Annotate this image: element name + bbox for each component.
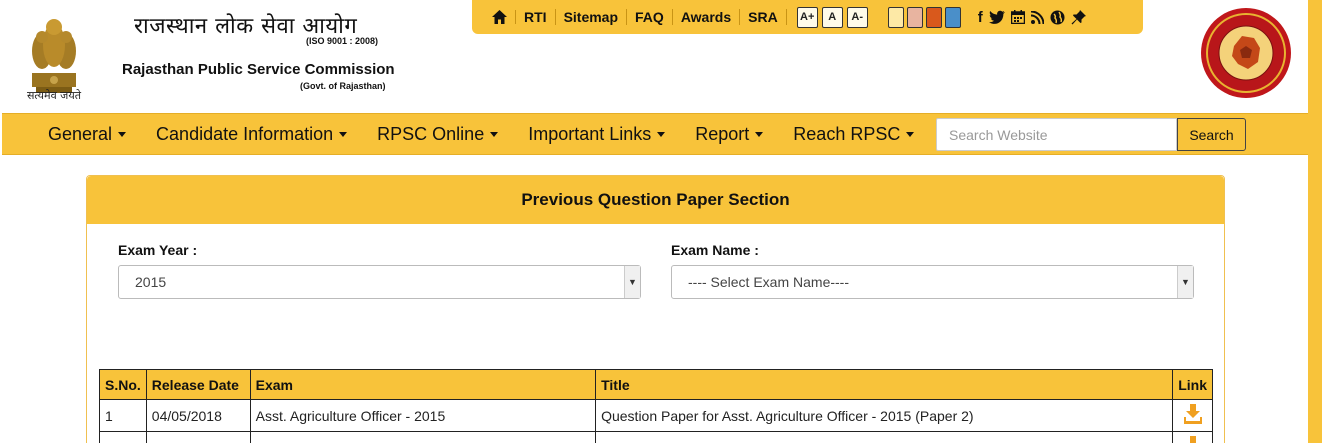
home-link[interactable] (484, 10, 516, 24)
govt-subtitle: (Govt. of Rajasthan) (300, 81, 386, 91)
panel-title: Previous Question Paper Section (87, 176, 1224, 224)
cell-title: Question Paper for Asst. Agriculture Off… (595, 399, 1174, 432)
col-sno: S.No. (99, 369, 147, 400)
rss-icon[interactable] (1030, 10, 1044, 24)
calendar-icon[interactable] (1010, 10, 1025, 24)
exam-name-label: Exam Name : (671, 242, 759, 258)
cell-release-date: 04/05/2018 (145, 399, 251, 432)
col-exam: Exam (249, 369, 597, 400)
faq-link[interactable]: FAQ (627, 9, 673, 25)
globe-icon[interactable] (1050, 10, 1065, 25)
question-paper-panel: Previous Question Paper Section Exam Yea… (86, 175, 1225, 443)
theme-swatch-orange[interactable] (925, 6, 942, 28)
col-title: Title (595, 369, 1174, 400)
nav-label: RPSC Online (377, 123, 485, 144)
nav-label: Report (695, 123, 750, 144)
font-size-controls: A+ A A- (796, 6, 872, 28)
utility-bar: RTI Sitemap FAQ Awards SRA A+ A A- f (472, 0, 1143, 34)
exam-name-select[interactable]: ---- Select Exam Name---- ▼ (671, 265, 1194, 299)
theme-swatch-light-yellow[interactable] (887, 6, 904, 28)
nav-label: Reach RPSC (793, 123, 901, 144)
nav-general[interactable]: General (2, 124, 141, 145)
chevron-down-icon: ▼ (1177, 266, 1193, 298)
exam-year-label: Exam Year : (118, 242, 198, 258)
facebook-icon[interactable]: f (978, 9, 983, 26)
rti-link[interactable]: RTI (516, 9, 556, 25)
caret-down-icon (339, 131, 348, 137)
cell-exam: Asst. Agriculture Officer - 2015 (249, 399, 597, 432)
nav-report[interactable]: Report (680, 124, 778, 145)
main-nav: General Candidate Information RPSC Onlin… (2, 113, 1308, 155)
exam-year-value: 2015 (135, 274, 167, 290)
cell-release-date (145, 431, 251, 443)
col-link: Link (1172, 369, 1213, 400)
home-icon (492, 10, 507, 24)
caret-down-icon (755, 131, 764, 137)
awards-link[interactable]: Awards (673, 9, 741, 25)
search-button[interactable]: Search (1177, 118, 1246, 151)
font-normal-button[interactable]: A (821, 6, 843, 28)
cell-title (595, 431, 1174, 443)
cell-exam (249, 431, 597, 443)
cell-link (1172, 399, 1213, 432)
cell-sno: 1 (99, 399, 147, 432)
caret-down-icon (906, 131, 915, 137)
site-title-english: Rajasthan Public Service Commission (122, 61, 395, 78)
social-links: f (978, 9, 1086, 26)
iso-certification: (ISO 9001 : 2008) (306, 36, 379, 46)
nav-label: General (48, 123, 113, 144)
chevron-down-icon: ▼ (624, 266, 640, 298)
font-increase-button[interactable]: A+ (796, 6, 818, 28)
theme-swatch-pink[interactable] (906, 6, 923, 28)
nav-label: Important Links (528, 123, 652, 144)
theme-color-controls (887, 6, 964, 28)
nav-important-links[interactable]: Important Links (513, 124, 680, 145)
exam-name-value: ---- Select Exam Name---- (688, 274, 850, 290)
col-release-date: Release Date (145, 369, 251, 400)
cell-link (1172, 431, 1213, 443)
cell-sno (99, 431, 147, 443)
sra-link[interactable]: SRA (740, 9, 787, 25)
rpsc-seal-logo (1201, 8, 1291, 98)
nav-candidate-information[interactable]: Candidate Information (141, 124, 362, 145)
theme-swatch-blue[interactable] (944, 6, 961, 28)
exam-year-select[interactable]: 2015 ▼ (118, 265, 641, 299)
caret-down-icon (657, 131, 666, 137)
caret-down-icon (118, 131, 127, 137)
table-header-row: S.No. Release Date Exam Title Link (99, 369, 1213, 400)
nav-reach-rpsc[interactable]: Reach RPSC (778, 124, 929, 145)
question-paper-table: S.No. Release Date Exam Title Link 1 04/… (99, 369, 1213, 443)
nav-rpsc-online[interactable]: RPSC Online (362, 124, 513, 145)
page: सत्यमेव जयते राजस्थान लोक सेवा आयोग (ISO… (0, 0, 1322, 443)
pin-icon[interactable] (1071, 9, 1086, 25)
sitemap-link[interactable]: Sitemap (556, 9, 628, 25)
download-icon[interactable] (1184, 436, 1202, 443)
download-icon[interactable] (1183, 404, 1202, 424)
table-row (99, 431, 1213, 443)
font-decrease-button[interactable]: A- (846, 6, 868, 28)
search-input[interactable] (936, 118, 1177, 151)
twitter-icon[interactable] (988, 10, 1005, 24)
caret-down-icon (490, 131, 499, 137)
table-row: 1 04/05/2018 Asst. Agriculture Officer -… (99, 399, 1213, 432)
emblem-motto: सत्यमेव जयते (26, 89, 81, 102)
nav-label: Candidate Information (156, 123, 334, 144)
right-edge-bar (1308, 0, 1322, 443)
